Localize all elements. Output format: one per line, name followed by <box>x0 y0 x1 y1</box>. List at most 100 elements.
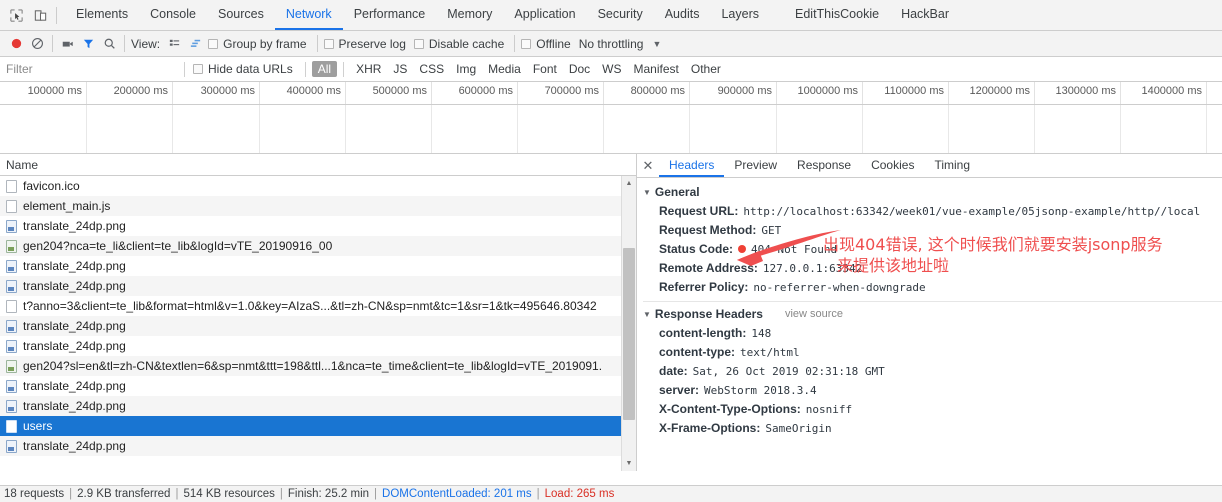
status-transferred: 2.9 KB transferred <box>77 488 171 500</box>
type-filter-doc[interactable]: Doc <box>563 61 596 77</box>
tab-elements[interactable]: Elements <box>65 0 139 30</box>
plain-file-icon <box>6 199 17 213</box>
tab-layers[interactable]: Layers <box>710 0 770 30</box>
timeline-tick <box>1034 82 1035 104</box>
devtools-panel-tabs: Elements Console Sources Network Performance… <box>65 0 960 30</box>
tab-sources[interactable]: Sources <box>207 0 275 30</box>
timeline-tick <box>1206 82 1207 104</box>
image-file-icon <box>6 219 17 233</box>
record-icon[interactable] <box>6 33 27 54</box>
preserve-log-checkbox[interactable]: Preserve log <box>323 37 406 51</box>
device-toolbar-icon[interactable] <box>28 3 52 27</box>
request-row[interactable]: t?anno=3&client=te_lib&format=html&v=1.0… <box>0 296 636 316</box>
request-list-scrollbar[interactable]: ▲ ▼ <box>621 176 636 471</box>
type-filter-js[interactable]: JS <box>387 61 413 77</box>
request-row[interactable]: translate_24dp.png <box>0 436 636 456</box>
search-icon[interactable] <box>99 33 120 54</box>
camera-icon[interactable] <box>57 33 78 54</box>
request-row[interactable]: favicon.ico <box>0 176 636 196</box>
tab-hackbar[interactable]: HackBar <box>890 0 960 30</box>
details-tab-headers[interactable]: Headers <box>659 154 725 177</box>
column-header-name[interactable]: Name <box>6 158 38 172</box>
timeline-tick-label: 1100000 ms <box>884 85 944 97</box>
filter-input[interactable] <box>4 59 178 79</box>
view-label: View: <box>131 36 161 51</box>
offline-checkbox[interactable]: Offline <box>521 37 571 51</box>
group-by-frame-checkbox[interactable]: Group by frame <box>208 36 307 51</box>
header-key: server: <box>659 383 700 397</box>
request-row[interactable]: gen204?nca=te_li&client=te_lib&logId=vTE… <box>0 236 636 256</box>
request-list-body[interactable]: favicon.ico element_main.js translate_24dp… <box>0 176 636 471</box>
type-filter-ws[interactable]: WS <box>596 61 627 77</box>
status-domcontentloaded: DOMContentLoaded: 201 ms <box>382 488 532 500</box>
request-row[interactable]: translate_24dp.png <box>0 376 636 396</box>
waterfall-view-icon[interactable] <box>185 33 206 54</box>
chevron-down-icon[interactable]: ▼ <box>652 39 661 49</box>
header-value: 404 Not Found <box>751 243 838 256</box>
close-icon[interactable]: ✕ <box>637 154 659 177</box>
header-value: 148 <box>751 327 772 340</box>
general-section-header[interactable]: ▼ General <box>637 182 1222 202</box>
view-source-link[interactable]: view source <box>785 308 843 320</box>
details-tab-preview[interactable]: Preview <box>724 154 787 177</box>
scroll-up-arrow-icon[interactable]: ▲ <box>622 176 636 191</box>
details-tab-timing[interactable]: Timing <box>924 154 980 177</box>
request-row[interactable]: translate_24dp.png <box>0 316 636 336</box>
type-filter-xhr[interactable]: XHR <box>350 61 387 77</box>
request-row[interactable]: translate_24dp.png <box>0 396 636 416</box>
type-filter-font[interactable]: Font <box>527 61 563 77</box>
throttling-select[interactable]: No throttling <box>579 37 644 51</box>
tab-editthiscookie[interactable]: EditThisCookie <box>784 0 890 30</box>
filter-funnel-icon[interactable] <box>78 33 99 54</box>
details-tab-cookies[interactable]: Cookies <box>861 154 924 177</box>
request-row[interactable]: translate_24dp.png <box>0 336 636 356</box>
request-name: favicon.ico <box>23 179 80 193</box>
checkbox-box <box>521 38 532 49</box>
header-value: WebStorm 2018.3.4 <box>704 384 817 397</box>
hide-data-urls-checkbox[interactable]: Hide data URLs <box>193 62 293 76</box>
tab-console[interactable]: Console <box>139 0 207 30</box>
tab-performance[interactable]: Performance <box>343 0 437 30</box>
tab-memory[interactable]: Memory <box>436 0 503 30</box>
image-file-icon <box>6 279 17 293</box>
type-filter-other[interactable]: Other <box>685 61 727 77</box>
request-list-pane: Name favicon.ico element_main.js translate… <box>0 154 637 471</box>
type-filter-all[interactable]: All <box>311 61 338 77</box>
checkbox-box <box>413 38 424 49</box>
scroll-down-arrow-icon[interactable]: ▼ <box>622 456 636 471</box>
tab-application[interactable]: Application <box>503 0 586 30</box>
type-filter-css[interactable]: CSS <box>413 61 450 77</box>
request-row[interactable]: users <box>0 416 636 436</box>
request-row[interactable]: element_main.js <box>0 196 636 216</box>
list-view-icon[interactable] <box>164 33 185 54</box>
type-filter-img[interactable]: Img <box>450 61 482 77</box>
group-by-frame-label: Group by frame <box>223 36 307 51</box>
header-key: content-type: <box>659 345 735 359</box>
timeline-tick <box>517 82 518 104</box>
request-row[interactable]: gen204?sl=en&tl=zh-CN&textlen=6&sp=nmt&t… <box>0 356 636 376</box>
header-value: http://localhost:63342/week01/vue-exampl… <box>743 205 1201 218</box>
request-name: translate_24dp.png <box>23 219 126 233</box>
timeline-tick-label: 1200000 ms <box>969 85 1030 97</box>
details-tab-response[interactable]: Response <box>787 154 861 177</box>
timeline-tick-label: 600000 ms <box>458 85 513 97</box>
scrollbar-thumb[interactable] <box>623 248 635 420</box>
image-file-icon <box>6 259 17 273</box>
tab-network[interactable]: Network <box>274 0 343 30</box>
response-headers-section-header[interactable]: ▼ Response Headers view source <box>637 304 1222 324</box>
tab-audits[interactable]: Audits <box>654 0 711 30</box>
request-row[interactable]: translate_24dp.png <box>0 216 636 236</box>
network-overview-graph[interactable] <box>0 105 1222 154</box>
clear-icon[interactable] <box>27 33 48 54</box>
type-filter-manifest[interactable]: Manifest <box>628 61 685 77</box>
request-row[interactable]: translate_24dp.png <box>0 256 636 276</box>
inspect-element-icon[interactable] <box>4 3 28 27</box>
disable-cache-checkbox[interactable]: Disable cache <box>413 36 505 51</box>
filter-divider-2 <box>304 61 306 77</box>
type-filter-media[interactable]: Media <box>482 61 527 77</box>
status-separator: | <box>175 488 179 500</box>
disable-cache-label: Disable cache <box>428 36 505 51</box>
timeline-tick <box>259 82 260 104</box>
tab-security[interactable]: Security <box>587 0 654 30</box>
request-row[interactable]: translate_24dp.png <box>0 276 636 296</box>
